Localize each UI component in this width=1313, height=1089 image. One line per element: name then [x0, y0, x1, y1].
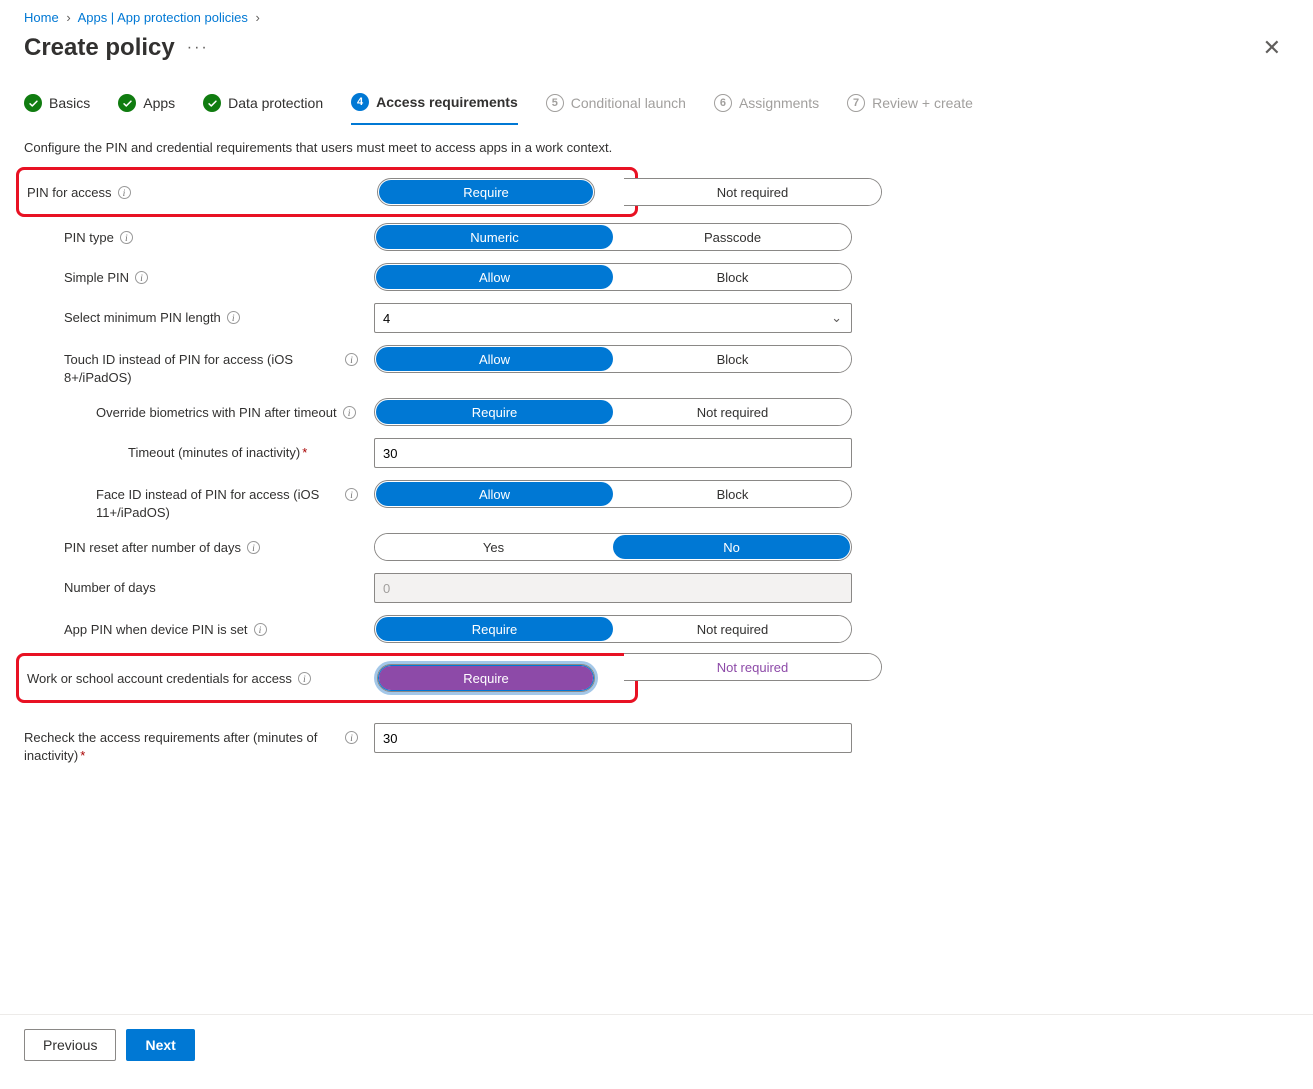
option-allow[interactable]: Allow: [376, 482, 613, 506]
previous-button[interactable]: Previous: [24, 1029, 116, 1061]
tab-review-create[interactable]: 7 Review + create: [847, 87, 973, 125]
option-yes[interactable]: Yes: [375, 534, 612, 560]
check-icon: [203, 94, 221, 112]
label-face-id: Face ID instead of PIN for access (iOS 1…: [96, 486, 339, 521]
toggle-work-creds-right[interactable]: Not required: [624, 653, 882, 681]
option-passcode[interactable]: Passcode: [614, 224, 851, 250]
wizard-tabs: Basics Apps Data protection 4 Access req…: [24, 87, 1289, 126]
label-touch-id: Touch ID instead of PIN for access (iOS …: [64, 351, 339, 386]
step-number-icon: 7: [847, 94, 865, 112]
wizard-footer: Previous Next: [0, 1014, 1313, 1089]
highlight-work-school-creds: Work or school account credentials for a…: [16, 653, 638, 703]
chevron-right-icon: ›: [66, 10, 70, 25]
label-pin-reset: PIN reset after number of days: [64, 539, 241, 557]
input-num-days: [374, 573, 852, 603]
option-not-required[interactable]: Not required: [624, 654, 881, 680]
toggle-override-biometrics[interactable]: Require Not required: [374, 398, 852, 426]
tab-conditional-launch[interactable]: 5 Conditional launch: [546, 87, 686, 125]
tab-label: Review + create: [872, 95, 973, 111]
toggle-touch-id[interactable]: Allow Block: [374, 345, 852, 373]
info-icon[interactable]: i: [345, 488, 358, 501]
breadcrumb-home[interactable]: Home: [24, 10, 59, 25]
label-pin-access: PIN for access: [27, 184, 112, 202]
input-timeout[interactable]: [374, 438, 852, 468]
breadcrumb: Home › Apps | App protection policies ›: [24, 10, 1289, 25]
label-min-pin-length: Select minimum PIN length: [64, 309, 221, 327]
label-simple-pin: Simple PIN: [64, 269, 129, 287]
option-not-required[interactable]: Not required: [624, 179, 881, 205]
more-menu-icon[interactable]: ···: [187, 39, 209, 57]
step-number-icon: 6: [714, 94, 732, 112]
toggle-pin-access-right[interactable]: Not required: [624, 178, 882, 206]
toggle-work-creds[interactable]: Require: [377, 664, 595, 692]
close-icon[interactable]: ✕: [1255, 31, 1289, 65]
toggle-pin-type[interactable]: Numeric Passcode: [374, 223, 852, 251]
label-app-pin-device: App PIN when device PIN is set: [64, 621, 248, 639]
tab-assignments[interactable]: 6 Assignments: [714, 87, 819, 125]
toggle-pin-reset[interactable]: Yes No: [374, 533, 852, 561]
info-icon[interactable]: i: [345, 353, 358, 366]
page-title: Create policy: [24, 34, 175, 62]
tab-access-requirements[interactable]: 4 Access requirements: [351, 87, 518, 125]
tab-data-protection[interactable]: Data protection: [203, 87, 323, 125]
next-button[interactable]: Next: [126, 1029, 194, 1061]
label-timeout: Timeout (minutes of inactivity)*: [128, 444, 307, 462]
info-icon[interactable]: i: [120, 231, 133, 244]
option-numeric[interactable]: Numeric: [376, 225, 613, 249]
tab-label: Assignments: [739, 95, 819, 111]
tab-basics[interactable]: Basics: [24, 87, 90, 125]
option-require[interactable]: Require: [376, 617, 613, 641]
option-no[interactable]: No: [613, 535, 850, 559]
tab-label: Basics: [49, 95, 90, 111]
info-icon[interactable]: i: [247, 541, 260, 554]
label-num-days: Number of days: [64, 579, 156, 597]
breadcrumb-apps[interactable]: Apps | App protection policies: [78, 10, 248, 25]
tab-label: Conditional launch: [571, 95, 686, 111]
option-require[interactable]: Require: [379, 180, 593, 204]
toggle-pin-access[interactable]: Require: [377, 178, 595, 206]
step-number-icon: 4: [351, 93, 369, 111]
label-pin-type: PIN type: [64, 229, 114, 247]
check-icon: [24, 94, 42, 112]
option-block[interactable]: Block: [614, 346, 851, 372]
tab-label: Apps: [143, 95, 175, 111]
option-allow[interactable]: Allow: [376, 265, 613, 289]
info-icon[interactable]: i: [227, 311, 240, 324]
info-icon[interactable]: i: [118, 186, 131, 199]
label-override-biometrics: Override biometrics with PIN after timeo…: [96, 404, 337, 422]
input-recheck[interactable]: [374, 723, 852, 753]
toggle-app-pin-device[interactable]: Require Not required: [374, 615, 852, 643]
tab-apps[interactable]: Apps: [118, 87, 175, 125]
option-require[interactable]: Require: [379, 666, 593, 690]
option-block[interactable]: Block: [614, 481, 851, 507]
option-not-required[interactable]: Not required: [614, 616, 851, 642]
label-recheck: Recheck the access requirements after (m…: [24, 729, 339, 764]
tab-label: Data protection: [228, 95, 323, 111]
info-icon[interactable]: i: [298, 672, 311, 685]
select-min-pin-length[interactable]: 4: [374, 303, 852, 333]
option-not-required[interactable]: Not required: [614, 399, 851, 425]
info-icon[interactable]: i: [343, 406, 356, 419]
option-require[interactable]: Require: [376, 400, 613, 424]
tab-label: Access requirements: [376, 94, 518, 110]
info-icon[interactable]: i: [254, 623, 267, 636]
step-number-icon: 5: [546, 94, 564, 112]
option-block[interactable]: Block: [614, 264, 851, 290]
toggle-simple-pin[interactable]: Allow Block: [374, 263, 852, 291]
section-description: Configure the PIN and credential require…: [24, 140, 1289, 155]
label-work-creds: Work or school account credentials for a…: [27, 670, 292, 688]
info-icon[interactable]: i: [345, 731, 358, 744]
toggle-face-id[interactable]: Allow Block: [374, 480, 852, 508]
check-icon: [118, 94, 136, 112]
info-icon[interactable]: i: [135, 271, 148, 284]
highlight-pin-for-access: PIN for access i Require: [16, 167, 638, 217]
option-allow[interactable]: Allow: [376, 347, 613, 371]
chevron-right-icon: ›: [256, 10, 260, 25]
